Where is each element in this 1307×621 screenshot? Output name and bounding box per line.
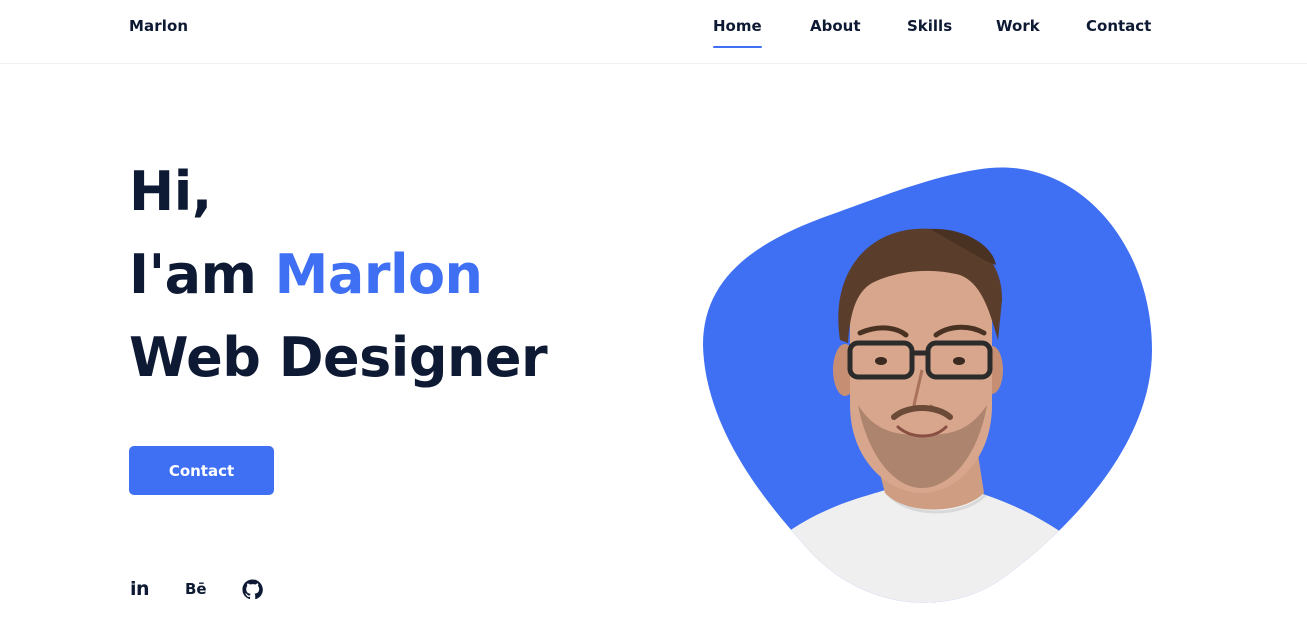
github-icon[interactable] [242, 579, 263, 604]
nav-work[interactable]: Work [996, 17, 1040, 35]
nav-skills[interactable]: Skills [907, 17, 952, 35]
profile-image [700, 165, 1156, 610]
contact-button[interactable]: Contact [129, 446, 274, 495]
hero-role: Web Designer [129, 326, 548, 389]
site-header: Marlon Home About Skills Work Contact [0, 0, 1307, 64]
hero-intro-prefix: I'am [129, 243, 275, 306]
main-nav: Home About Skills Work Contact [0, 0, 1307, 64]
hero-greeting: Hi, [129, 160, 212, 223]
portrait-illustration [703, 167, 1152, 603]
hero-name: Marlon [274, 243, 483, 306]
nav-about[interactable]: About [810, 17, 861, 35]
nav-home[interactable]: Home [713, 17, 762, 48]
nav-contact[interactable]: Contact [1086, 17, 1151, 35]
hero-intro: I'am Marlon [129, 243, 483, 306]
behance-icon[interactable]: Bē [185, 580, 207, 598]
linkedin-icon[interactable]: in [130, 578, 150, 600]
